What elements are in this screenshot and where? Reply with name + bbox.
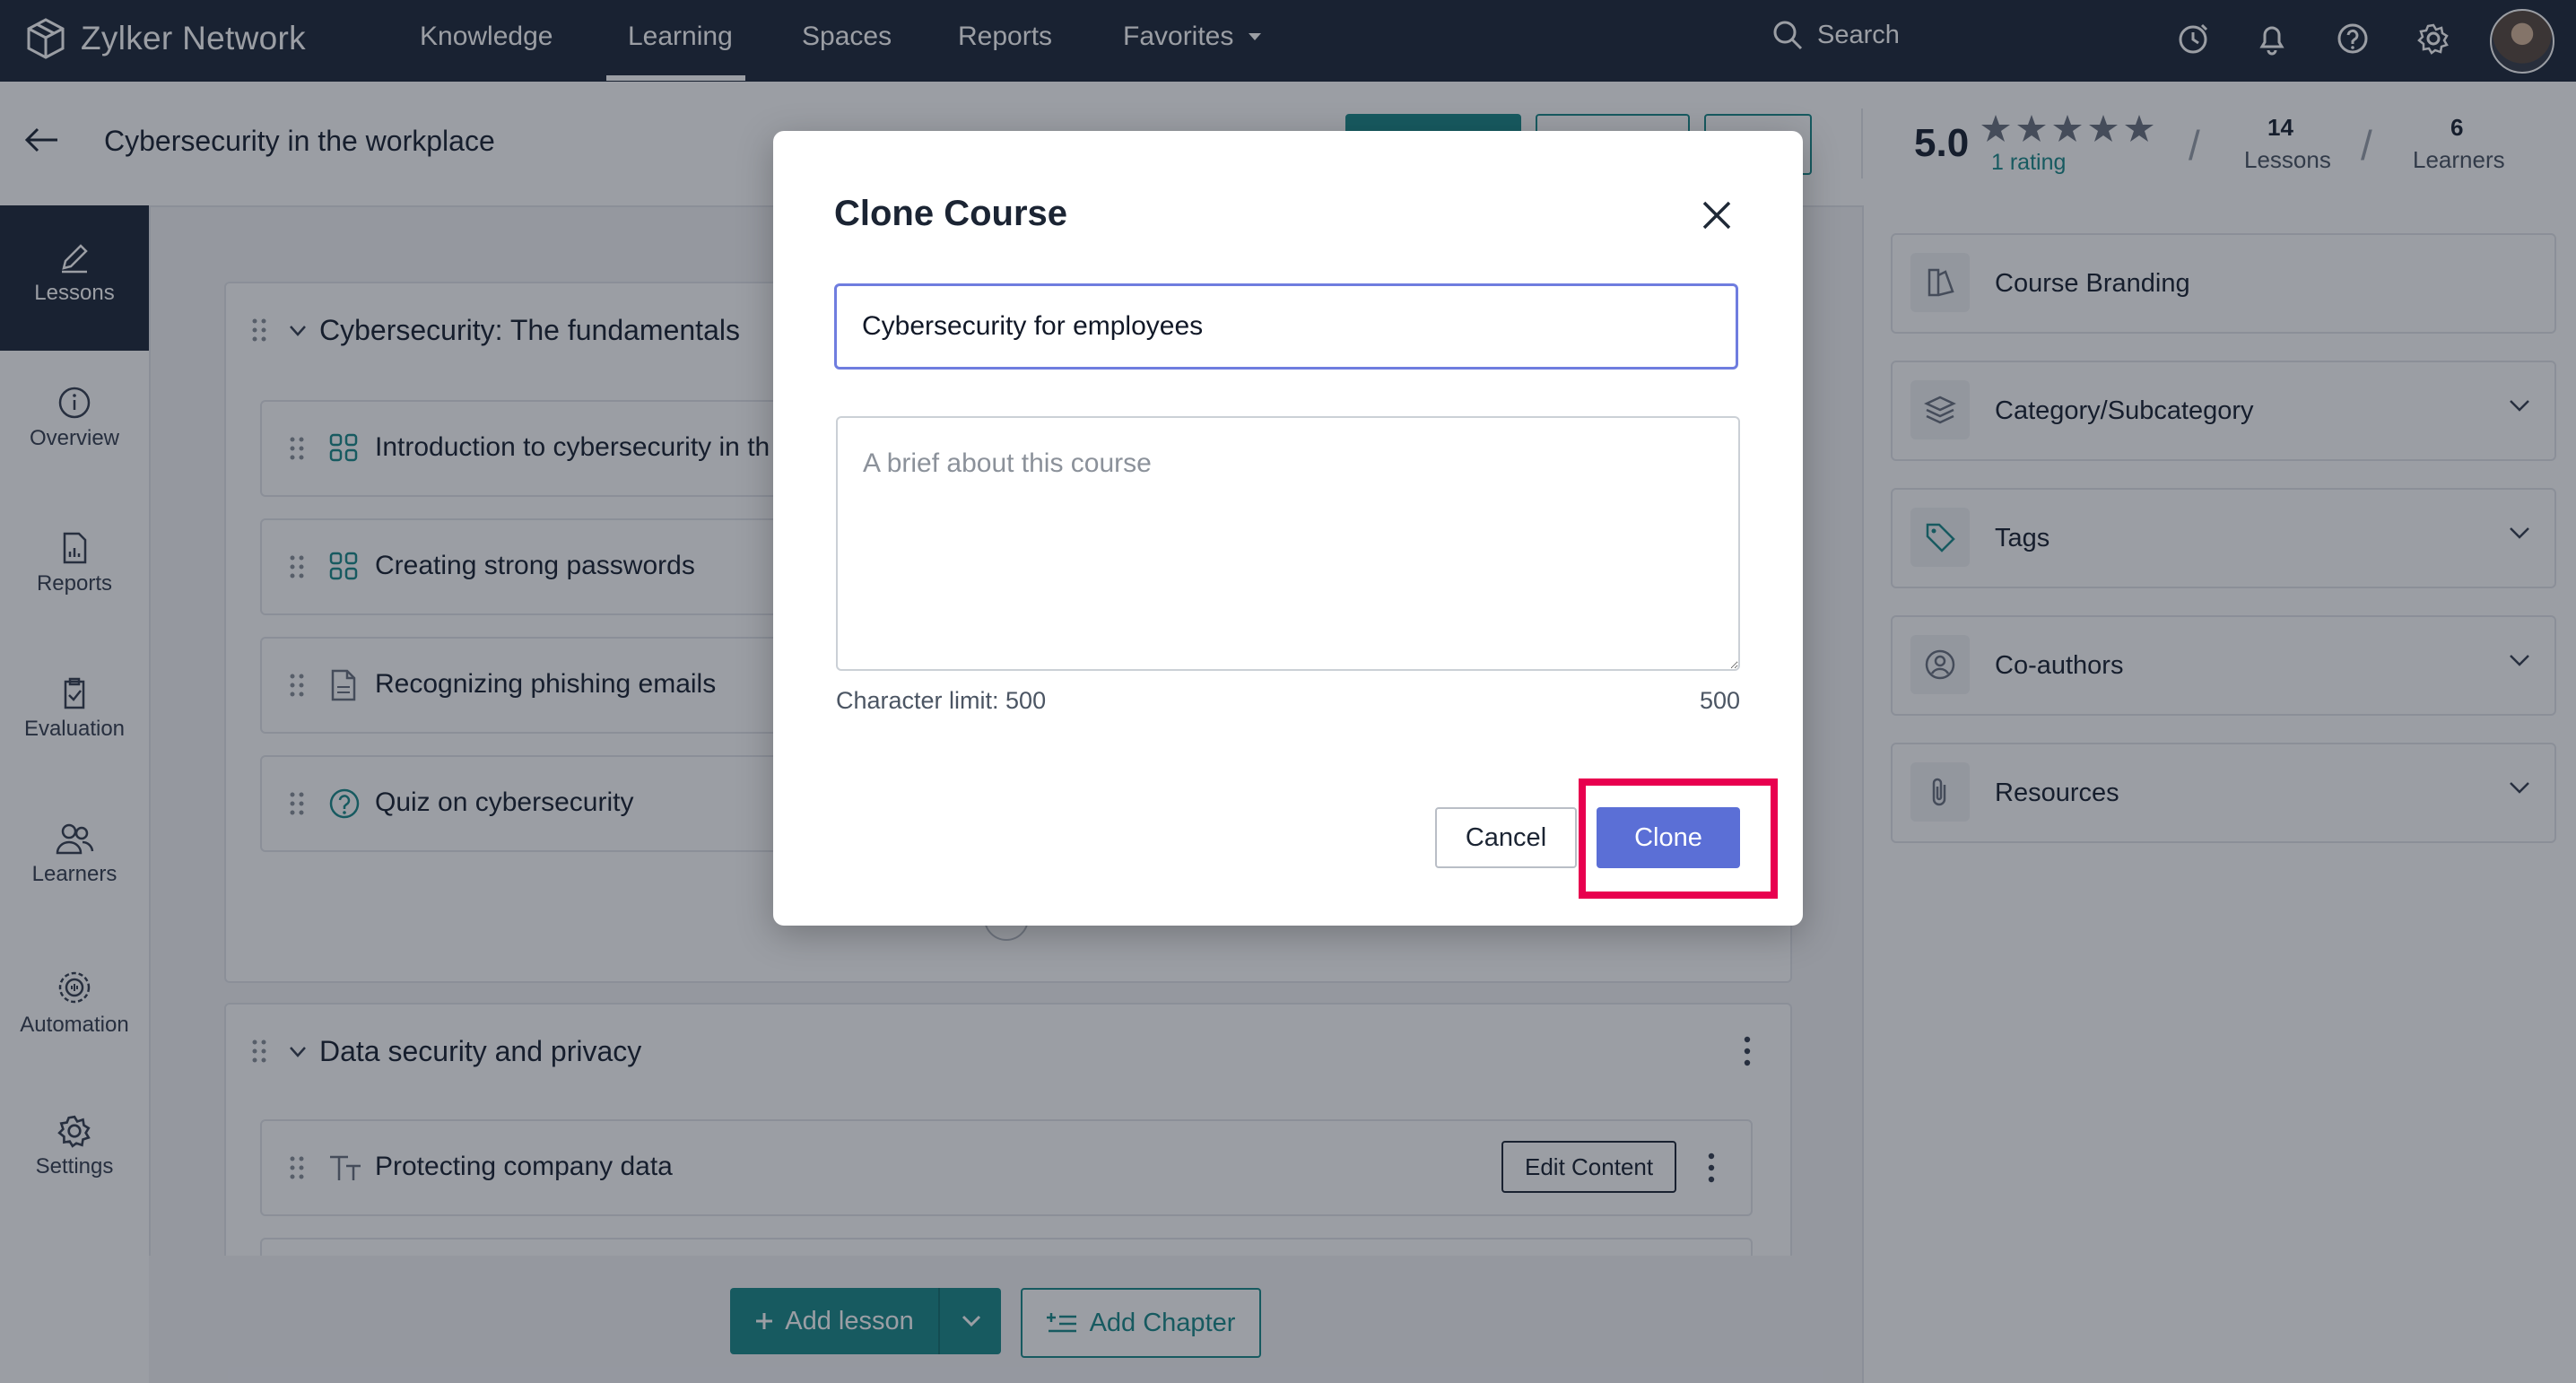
course-description-textarea[interactable] — [836, 416, 1740, 671]
character-limit-label: Character limit: 500 — [836, 687, 1047, 714]
clone-button-highlight — [1579, 778, 1778, 899]
course-name-input[interactable] — [834, 283, 1738, 370]
cancel-button[interactable]: Cancel — [1435, 807, 1577, 868]
dialog-title: Clone Course — [834, 194, 1068, 233]
close-icon[interactable] — [1701, 199, 1733, 231]
character-count: 500 — [1699, 687, 1740, 714]
